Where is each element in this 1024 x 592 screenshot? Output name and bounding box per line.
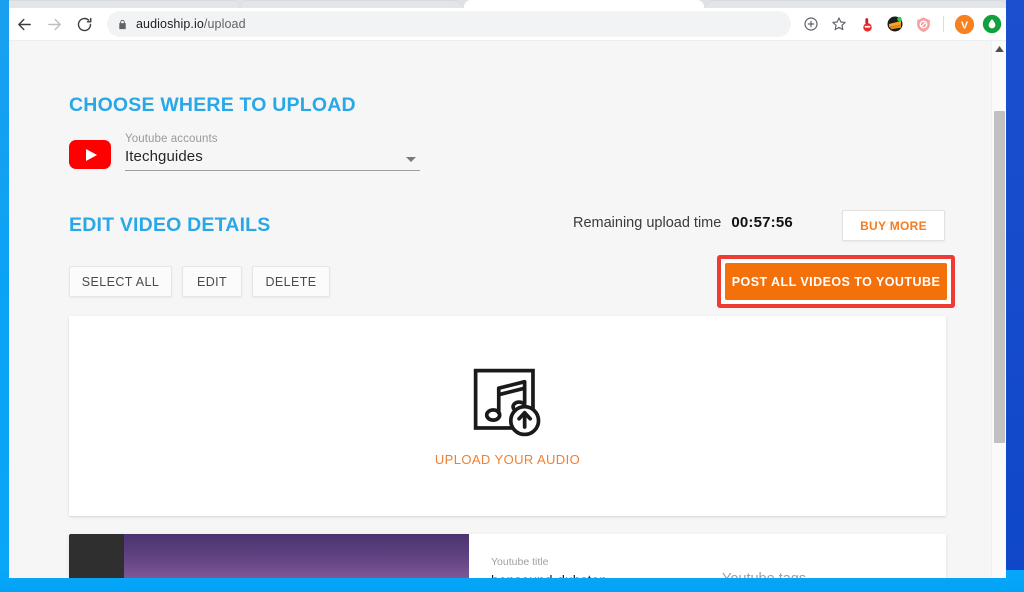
- browser-tab-active[interactable]: [464, 0, 704, 8]
- youtube-title-input[interactable]: Youtube title bensound-dubstep: [491, 556, 704, 578]
- video-fields: Youtube title bensound-dubstep Youtube t…: [469, 534, 946, 578]
- browser-tab-4[interactable]: [707, 0, 1006, 8]
- svg-text:V: V: [960, 19, 967, 31]
- window-left-border: [0, 0, 9, 592]
- youtube-title-label: Youtube title: [491, 556, 549, 568]
- url-text: audioship.io/upload: [136, 17, 246, 31]
- lock-icon: [117, 18, 128, 31]
- edit-button[interactable]: EDIT: [182, 266, 242, 297]
- address-bar[interactable]: audioship.io/upload: [107, 11, 791, 37]
- browser-toolbar: audioship.io/upload V: [9, 8, 1006, 40]
- tab-strip: [9, 0, 1006, 8]
- page-scrollbar[interactable]: [991, 41, 1006, 578]
- tags-spacer: [722, 556, 944, 571]
- youtube-account-select[interactable]: Youtube accounts Itechguides: [125, 133, 420, 171]
- page-viewport: CHOOSE WHERE TO UPLOAD Youtube accounts …: [9, 41, 1006, 578]
- upload-dropzone[interactable]: UPLOAD YOUR AUDIO: [69, 316, 946, 516]
- window-right-border: [1006, 0, 1024, 592]
- forward-arrow-icon: [39, 9, 69, 39]
- video-thumbnail: [69, 534, 469, 578]
- zoom-in-icon[interactable]: [798, 11, 824, 37]
- remaining-upload-time: Remaining upload time 00:57:56: [573, 214, 793, 231]
- remaining-upload-time-value: 00:57:56: [731, 214, 793, 231]
- delete-button[interactable]: DELETE: [252, 266, 330, 297]
- extension-shield-icon[interactable]: [912, 13, 934, 35]
- remaining-upload-time-label: Remaining upload time: [573, 214, 722, 231]
- scrollbar-thumb[interactable]: [994, 111, 1005, 443]
- browser-tab-1[interactable]: [9, 0, 239, 8]
- bookmark-star-icon[interactable]: [826, 11, 852, 37]
- select-all-button[interactable]: SELECT ALL: [69, 266, 172, 297]
- reload-icon[interactable]: [69, 9, 99, 39]
- choose-where-to-upload-heading: CHOOSE WHERE TO UPLOAD: [69, 94, 356, 116]
- upload-your-audio-label[interactable]: UPLOAD YOUR AUDIO: [435, 452, 580, 467]
- youtube-tags-placeholder: Youtube tags: [722, 571, 944, 578]
- scroll-up-arrow-icon[interactable]: [992, 41, 1006, 57]
- buy-more-button[interactable]: BUY MORE: [842, 210, 945, 241]
- youtube-account-row: Youtube accounts Itechguides: [69, 133, 420, 171]
- thumbnail-image: [124, 534, 469, 578]
- extension-green-icon[interactable]: [981, 13, 1003, 35]
- youtube-tags-input[interactable]: Youtube tags: [722, 556, 944, 578]
- music-note-upload-icon: [473, 368, 540, 436]
- page-content: CHOOSE WHERE TO UPLOAD Youtube accounts …: [9, 41, 991, 578]
- application-frame: audioship.io/upload V CHOOSE WHERE TO UP…: [0, 0, 1024, 592]
- youtube-account-value: Itechguides: [125, 148, 203, 165]
- url-path: /upload: [203, 17, 246, 31]
- toolbar-divider: [943, 16, 944, 32]
- profile-avatar[interactable]: V: [953, 13, 975, 35]
- browser-window: audioship.io/upload V CHOOSE WHERE TO UP…: [9, 0, 1006, 578]
- extension-honey-icon[interactable]: [884, 13, 906, 35]
- upload-card: UPLOAD YOUR AUDIO: [69, 316, 946, 516]
- back-arrow-icon[interactable]: [9, 9, 39, 39]
- youtube-play-icon: [69, 140, 111, 169]
- youtube-title-value: bensound-dubstep: [491, 572, 704, 578]
- post-all-videos-to-youtube-button[interactable]: POST ALL VIDEOS TO YOUTUBE: [725, 263, 947, 300]
- url-domain: audioship.io: [136, 17, 204, 31]
- edit-video-details-heading: EDIT VIDEO DETAILS: [69, 214, 271, 236]
- chevron-down-icon[interactable]: [406, 157, 416, 162]
- youtube-account-label: Youtube accounts: [125, 133, 218, 145]
- video-row-card: Youtube title bensound-dubstep Youtube t…: [69, 534, 946, 578]
- extension-red-icon[interactable]: [856, 13, 878, 35]
- browser-tab-2[interactable]: [241, 0, 461, 8]
